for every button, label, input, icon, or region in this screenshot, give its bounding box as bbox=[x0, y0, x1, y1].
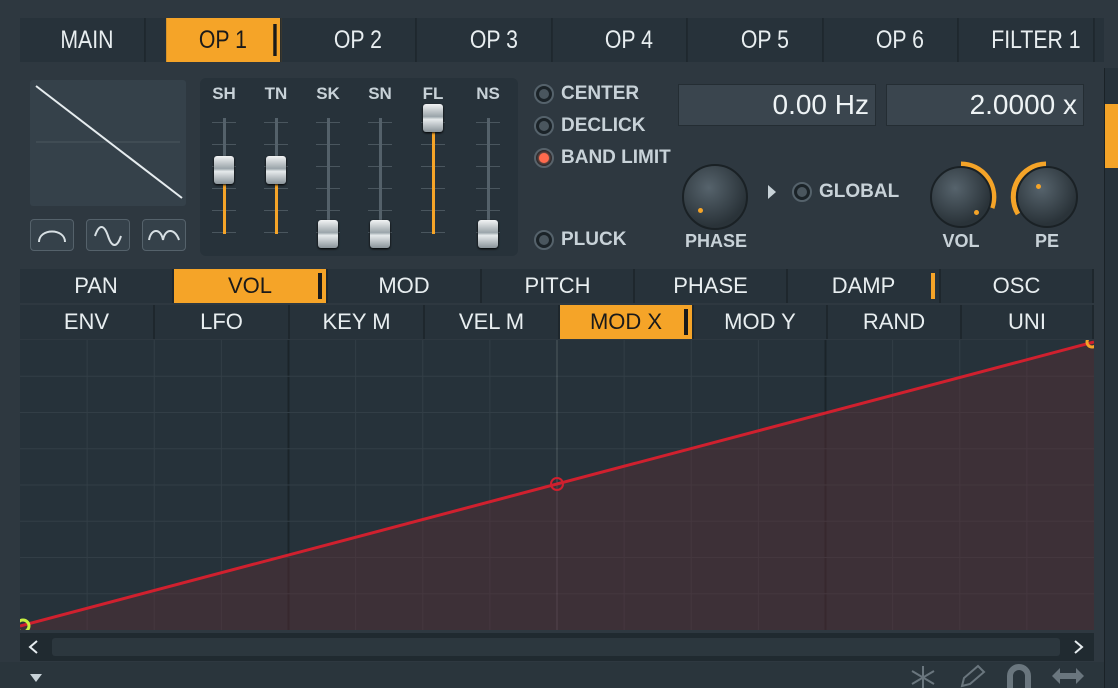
double-arch-wave-icon bbox=[148, 230, 180, 241]
tab-lfo[interactable]: LFO bbox=[155, 305, 290, 339]
tab-filter1[interactable]: FILTER 1 bbox=[979, 18, 1094, 62]
vol-knob[interactable] bbox=[930, 166, 992, 228]
horizontal-scrollbar[interactable] bbox=[20, 633, 1094, 661]
tab-op6[interactable]: OP 6 bbox=[843, 18, 959, 62]
tab-vel-m[interactable]: VEL M bbox=[425, 305, 560, 339]
bottom-toolbar bbox=[0, 662, 1104, 688]
tab-op4[interactable]: OP 4 bbox=[572, 18, 688, 62]
slider-label-sk: SK bbox=[316, 84, 340, 103]
modulation-target-tabs: PAN VOL MOD PITCH PHASE DAMP OSC bbox=[20, 269, 1094, 303]
tab-pan[interactable]: PAN bbox=[20, 269, 174, 303]
center-label: CENTER bbox=[561, 83, 640, 104]
tab-mod-x[interactable]: MOD X bbox=[560, 305, 694, 339]
pluck-toggle[interactable] bbox=[534, 230, 554, 250]
dropdown-arrow-icon[interactable] bbox=[28, 672, 44, 684]
tab-pitch[interactable]: PITCH bbox=[482, 269, 635, 303]
slider-label-fl: FL bbox=[422, 84, 444, 103]
tab-op5[interactable]: OP 5 bbox=[708, 18, 823, 62]
tab-phase[interactable]: PHASE bbox=[635, 269, 788, 303]
operator-tab-bar: MAIN OP 1 OP 2 OP 3 OP 4 OP 5 OP 6 FILTE… bbox=[20, 18, 1104, 62]
slider-thumb-sn[interactable] bbox=[370, 220, 390, 248]
pe-knob[interactable] bbox=[1016, 166, 1078, 228]
vol-knob-label: VOL bbox=[942, 231, 980, 251]
modulation-envelope-graph[interactable] bbox=[15, 335, 1099, 634]
tab-damp[interactable]: DAMP bbox=[788, 269, 941, 303]
pluck-label: PLUCK bbox=[561, 229, 627, 250]
slider-label-ns: NS bbox=[476, 84, 500, 103]
slider-label-sn: SN bbox=[368, 84, 392, 103]
waveform-shape-display bbox=[30, 80, 186, 206]
right-side-panel bbox=[1104, 68, 1118, 688]
declick-toggle[interactable] bbox=[534, 116, 554, 136]
phase-knob[interactable] bbox=[682, 164, 748, 230]
slider-thumb-sk[interactable] bbox=[318, 220, 338, 248]
play-arrow-icon[interactable] bbox=[766, 184, 778, 200]
global-label: GLOBAL bbox=[819, 181, 900, 202]
tab-uni[interactable]: UNI bbox=[962, 305, 1094, 339]
arch-wave-icon bbox=[38, 230, 66, 243]
tab-mod[interactable]: MOD bbox=[328, 269, 482, 303]
slider-label-tn: TN bbox=[264, 84, 288, 103]
waveform-shape-icon bbox=[35, 85, 183, 199]
band-limit-toggle[interactable] bbox=[534, 148, 554, 168]
tab-vol[interactable]: VOL bbox=[174, 269, 328, 303]
tab-key-m[interactable]: KEY M bbox=[290, 305, 425, 339]
slider-track-sn[interactable] bbox=[379, 118, 382, 234]
pencil-icon[interactable] bbox=[956, 664, 986, 688]
tab-rand[interactable]: RAND bbox=[828, 305, 962, 339]
global-toggle[interactable] bbox=[792, 182, 812, 202]
tab-op1[interactable]: OP 1 bbox=[165, 18, 281, 62]
tab-op2[interactable]: OP 2 bbox=[301, 18, 417, 62]
slider-thumb-sh[interactable] bbox=[214, 156, 234, 185]
tab-osc[interactable]: OSC bbox=[941, 269, 1094, 303]
pe-knob-label: PE bbox=[1034, 231, 1059, 251]
envelope-curve-canvas[interactable] bbox=[15, 335, 1099, 634]
center-toggle[interactable] bbox=[534, 84, 554, 104]
tab-main[interactable]: MAIN bbox=[30, 18, 146, 62]
arrows-icon[interactable] bbox=[1050, 664, 1086, 688]
shape-button-sine[interactable] bbox=[86, 219, 130, 251]
slider-thumb-tn[interactable] bbox=[266, 156, 286, 185]
slider-thumb-fl[interactable] bbox=[423, 104, 443, 132]
tab-env[interactable]: ENV bbox=[20, 305, 155, 339]
scrollbar-thumb[interactable] bbox=[52, 638, 1060, 656]
band-limit-label: BAND LIMIT bbox=[561, 147, 671, 168]
frequency-field[interactable]: 0.00 Hz bbox=[678, 84, 876, 126]
sine-wave-icon bbox=[94, 226, 122, 246]
shape-button-arch[interactable] bbox=[30, 219, 74, 251]
scroll-right-icon[interactable] bbox=[1068, 637, 1088, 657]
phase-knob-label: PHASE bbox=[684, 231, 747, 251]
magnet-icon[interactable] bbox=[1004, 664, 1034, 688]
tab-op3[interactable]: OP 3 bbox=[437, 18, 552, 62]
slider-track-sk[interactable] bbox=[327, 118, 330, 234]
slider-label-sh: SH bbox=[212, 84, 236, 103]
tab-mod-y[interactable]: MOD Y bbox=[694, 305, 828, 339]
declick-label: DECLICK bbox=[561, 115, 646, 136]
slider-track-ns[interactable] bbox=[487, 118, 490, 234]
ratio-field[interactable]: 2.0000 x bbox=[886, 84, 1084, 126]
modulation-source-tabs: ENV LFO KEY M VEL M MOD X MOD Y RAND UNI bbox=[20, 305, 1094, 339]
snowflake-icon[interactable] bbox=[906, 664, 940, 688]
shape-button-double-arch[interactable] bbox=[142, 219, 186, 251]
shape-slider-panel bbox=[200, 78, 518, 256]
slider-fill-fl bbox=[432, 118, 435, 234]
slider-thumb-ns[interactable] bbox=[478, 220, 498, 248]
scroll-left-icon[interactable] bbox=[24, 637, 44, 657]
